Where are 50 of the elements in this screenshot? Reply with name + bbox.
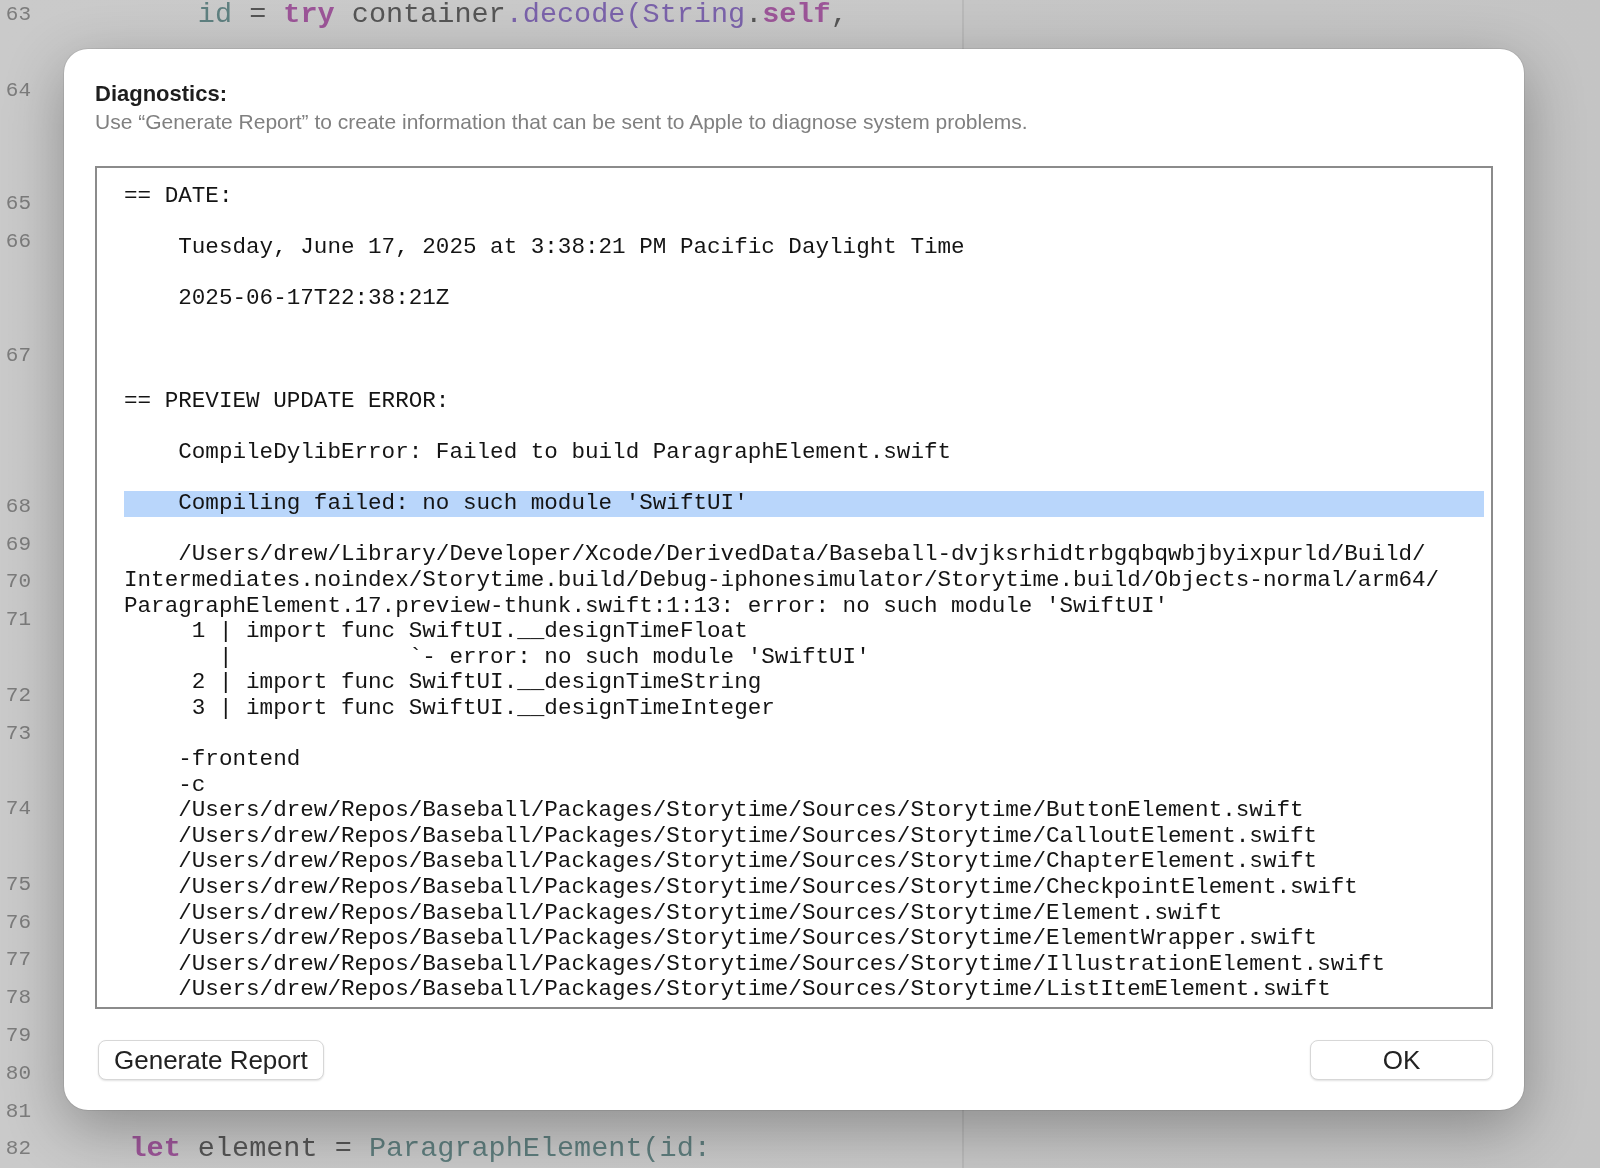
line-number: 72 [5, 683, 31, 707]
line-number: 65 [5, 192, 31, 216]
log-text: /Users/drew/Repos/Baseball/Packages/Storytime/Sources/Storytime/CheckpointElement.swift [178, 874, 1358, 901]
line-number: 66 [5, 230, 31, 254]
code-line: let element = ParagraphElement(id: [129, 1131, 711, 1165]
report-text-view[interactable] [95, 166, 1493, 1009]
ok-button[interactable]: OK [1310, 1040, 1493, 1080]
log-text: -frontend [178, 746, 301, 773]
line-number: 71 [5, 608, 31, 632]
log-text: Intermediates.noindex/Storytime.build/Debug-iphonesimulator/Storytime.build/Objects-normal/arm64/ [124, 566, 1440, 593]
log-text: /Users/drew/Repos/Baseball/Packages/Storytime/Sources/Storytime/IllustrationElement.swift [178, 950, 1385, 977]
code-line: id = try container.decode(String.self, [197, 0, 848, 31]
line-number: 80 [5, 1061, 31, 1085]
log-text: ParagraphElement.17.preview-thunk.swift:1:13: error: no such module 'SwiftUI' [124, 592, 1168, 619]
line-number: 68 [5, 494, 31, 518]
log-text: 1 | import func SwiftUI.__designTimeFloat [191, 618, 748, 645]
line-number: 76 [5, 910, 31, 934]
line-number: 79 [5, 1023, 31, 1047]
log-text: /Users/drew/Repos/Baseball/Packages/Storytime/Sources/Storytime/ButtonElement.swift [178, 797, 1304, 824]
log-text: Compiling failed: no such module 'SwiftUI' [178, 490, 748, 517]
log-text: -c [178, 771, 206, 798]
log-text: == PREVIEW UPDATE ERROR: [124, 387, 450, 414]
log-text: 2025-06-17T22:38:21Z [178, 285, 450, 312]
dialog-message: Use “Generate Report” to create information that can be sent to Apple to diagnose system problems. [95, 109, 1028, 135]
log-text: == DATE: [124, 183, 233, 209]
line-number: 82 [5, 1137, 31, 1161]
log-text: /Users/drew/Repos/Baseball/Packages/Storytime/Sources/Storytime/ChapterElement.swift [178, 848, 1318, 875]
line-number: 81 [5, 1099, 31, 1123]
log-text: /Users/drew/Repos/Baseball/Packages/Storytime/Sources/Storytime/ListItemElement.swift [178, 976, 1331, 1003]
log-text: /Users/drew/Repos/Baseball/Packages/Storytime/Sources/Storytime/ElementWrapper.swift [178, 925, 1318, 952]
log-text: 2 | import func SwiftUI.__designTimeString [191, 669, 762, 696]
log-text: /Users/drew/Repos/Baseball/Packages/Storytime/Sources/Storytime/Element.swift [178, 899, 1223, 926]
dialog-title: Diagnostics: [95, 81, 228, 107]
line-number: 75 [5, 872, 31, 896]
line-number: 78 [5, 986, 31, 1010]
line-number: 73 [5, 721, 31, 745]
log-text: Tuesday, June 17, 2025 at 3:38:21 PM Pacific Daylight Time [178, 234, 965, 261]
log-text: /Users/drew/Library/Developer/Xcode/DerivedData/Baseball-dvjksrhidtrbgqbqwbjbyixpurld/Build/ [178, 541, 1426, 568]
log-text: 3 | import func SwiftUI.__designTimeInteger [191, 694, 775, 721]
line-number: 77 [5, 948, 31, 972]
line-number: 64 [5, 79, 31, 102]
line-number: 70 [5, 570, 31, 594]
log-text: /Users/drew/Repos/Baseball/Packages/Storytime/Sources/Storytime/CalloutElement.swift [178, 822, 1318, 849]
line-number: 74 [5, 797, 31, 821]
line-number: 69 [5, 532, 31, 556]
generate-report-button[interactable]: Generate Report [98, 1040, 324, 1080]
line-number: 67 [5, 343, 31, 367]
log-text: | `- error: no such module 'SwiftUI' [218, 643, 870, 670]
line-number: 63 [5, 3, 31, 27]
log-text: CompileDylibError: Failed to build ParagraphElement.swift [178, 438, 952, 465]
